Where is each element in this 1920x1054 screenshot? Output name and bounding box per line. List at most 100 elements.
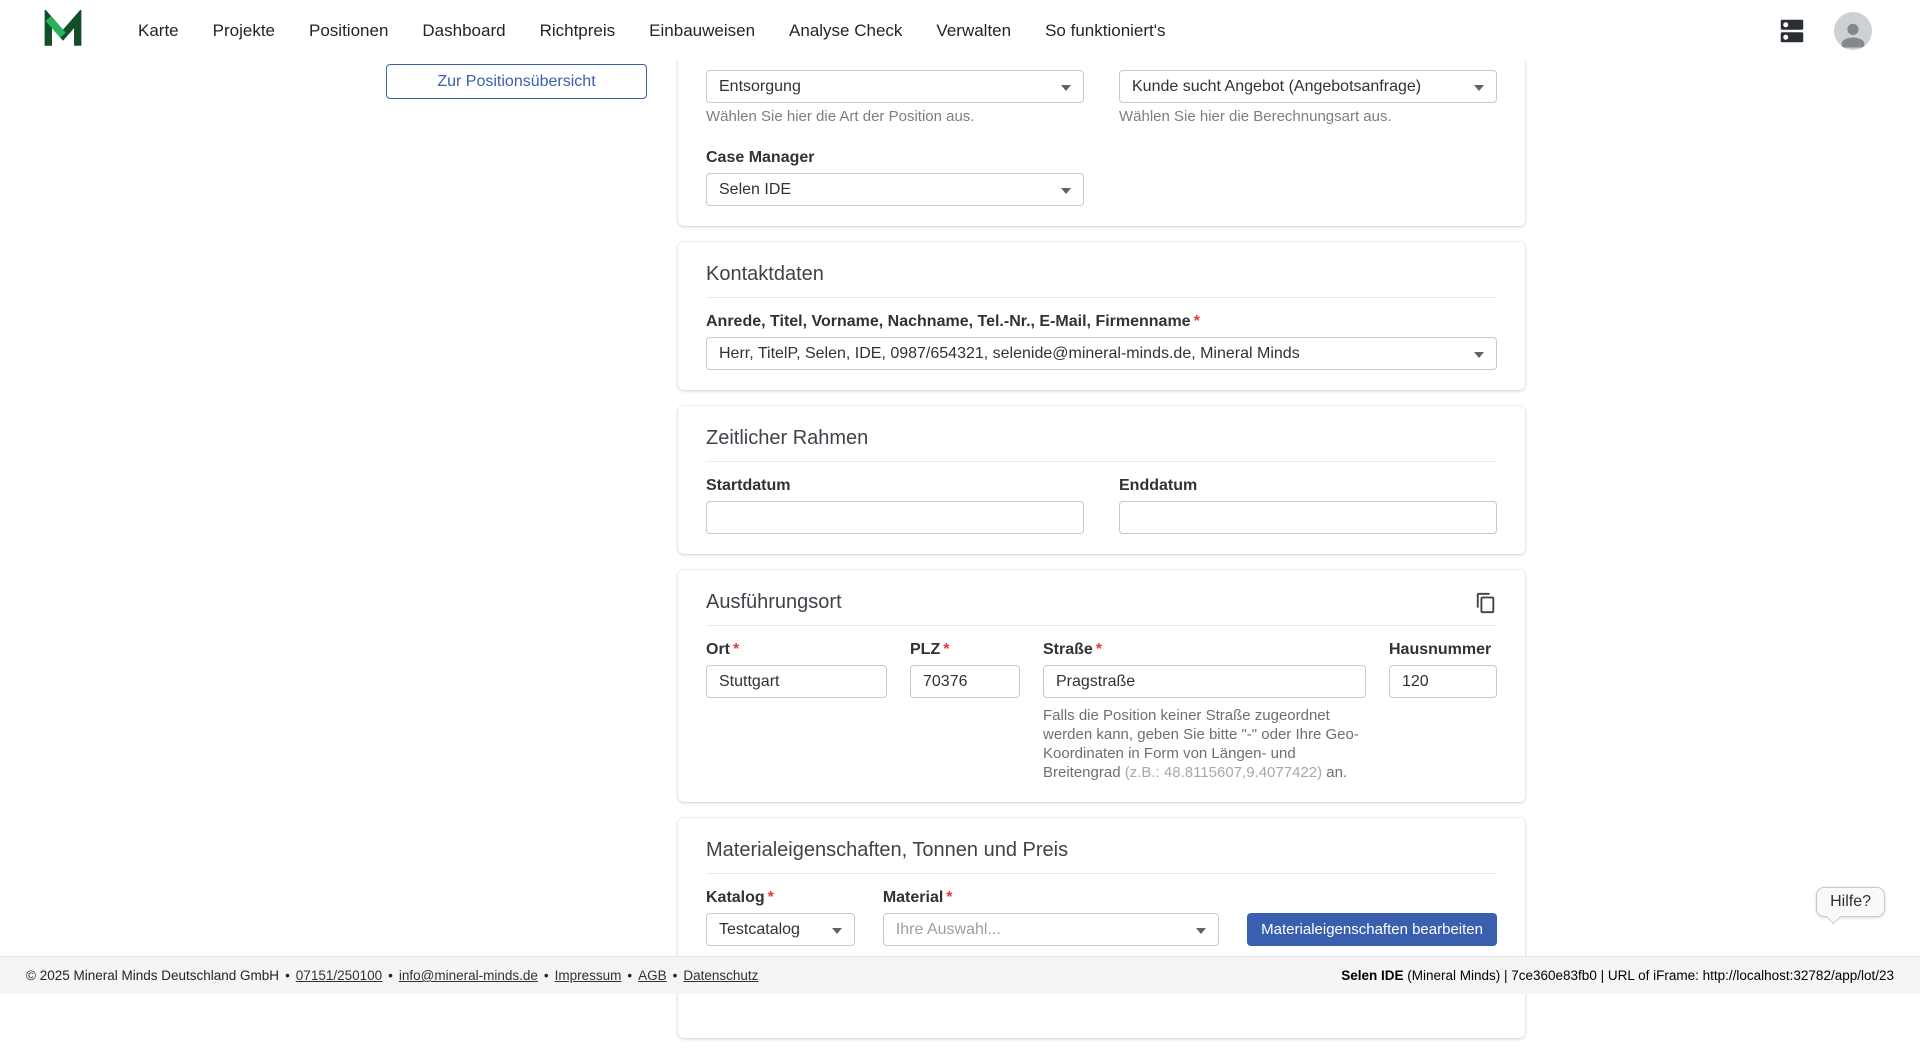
material-label-text: Material [883,889,943,906]
footer: © 2025 Mineral Minds Deutschland GmbH • … [0,956,1920,994]
footer-copyright: © 2025 Mineral Minds Deutschland GmbH [26,968,279,983]
footer-datenschutz-link[interactable]: Datenschutz [683,968,758,983]
startdatum-input[interactable] [706,501,1084,534]
header-actions [1774,12,1872,50]
calculation-type-helper: Wählen Sie hier die Berechnungsart aus. [1119,108,1497,126]
required-asterisk: * [946,889,952,906]
divider [706,873,1497,874]
contact-label: Anrede, Titel, Vorname, Nachname, Tel.-N… [706,312,1497,331]
nav-item-verwalten[interactable]: Verwalten [936,21,1011,41]
material-placeholder: Ihre Auswahl... [896,921,1001,939]
chevron-down-icon [1474,85,1484,91]
person-icon [1838,20,1868,50]
card-position-type: Entsorgung Wählen Sie hier die Art der P… [678,41,1525,226]
section-title-ausfuehrungsort: Ausführungsort [706,590,1497,614]
position-type-select[interactable]: Entsorgung [706,70,1084,103]
logo-icon [42,10,84,52]
footer-session-info: Selen IDE (Mineral Minds) | 7ce360e83fb0… [1341,968,1894,983]
footer-email-link[interactable]: info@mineral-minds.de [399,968,538,983]
card-kontaktdaten: Kontaktdaten Anrede, Titel, Vorname, Nac… [678,242,1525,390]
strasse-helper-post: an. [1322,764,1347,781]
footer-left: © 2025 Mineral Minds Deutschland GmbH • … [26,968,758,983]
nav-item-analyse-check[interactable]: Analyse Check [789,21,902,41]
user-avatar[interactable] [1834,12,1872,50]
position-type-helper: Wählen Sie hier die Art der Position aus… [706,108,1084,126]
required-asterisk: * [1194,313,1200,330]
required-asterisk: * [733,641,739,658]
nav-item-einbauweisen[interactable]: Einbauweisen [649,21,755,41]
katalog-label: Katalog* [706,888,855,907]
divider [706,625,1497,626]
plz-label: PLZ* [910,640,1020,659]
nav-item-karte[interactable]: Karte [138,21,179,41]
ort-label-text: Ort [706,641,730,658]
footer-separator: • [544,968,549,983]
footer-agb-link[interactable]: AGB [638,968,667,983]
material-label: Material* [883,888,1219,907]
chevron-down-icon [1061,85,1071,91]
footer-user-name: Selen IDE [1341,968,1403,983]
calculation-type-select[interactable]: Kunde sucht Angebot (Angebotsanfrage) [1119,70,1497,103]
contact-label-text: Anrede, Titel, Vorname, Nachname, Tel.-N… [706,313,1191,330]
nav-item-dashboard[interactable]: Dashboard [422,21,505,41]
chevron-down-icon [1196,928,1206,934]
required-asterisk: * [768,889,774,906]
footer-phone-link[interactable]: 07151/250100 [296,968,382,983]
required-asterisk: * [1096,641,1102,658]
divider [706,297,1497,298]
plz-label-text: PLZ [910,641,940,658]
footer-impressum-link[interactable]: Impressum [555,968,622,983]
strasse-label: Straße* [1043,640,1366,659]
position-type-value: Entsorgung [719,78,801,96]
plz-input[interactable] [910,665,1020,698]
section-title-zeitlicher-rahmen: Zeitlicher Rahmen [706,426,1497,450]
enddatum-label: Enddatum [1119,476,1497,495]
nav-item-projekte[interactable]: Projekte [213,21,275,41]
divider [706,461,1497,462]
help-button[interactable]: Hilfe? [1816,887,1885,917]
contact-select[interactable]: Herr, TitelP, Selen, IDE, 0987/654321, s… [706,337,1497,370]
copy-icon[interactable] [1473,590,1499,616]
katalog-value: Testcatalog [719,921,800,939]
footer-separator: • [388,968,393,983]
footer-session-details: (Mineral Minds) | 7ce360e83fb0 | URL of … [1403,968,1894,983]
strasse-helper-example: (z.B.: 48.8115607,9.4077422) [1125,764,1322,781]
footer-separator: • [673,968,678,983]
edit-material-properties-button[interactable]: Materialeigenschaften bearbeiten [1247,913,1497,946]
chevron-down-icon [832,928,842,934]
case-manager-label: Case Manager [706,148,1084,167]
nav-item-positionen[interactable]: Positionen [309,21,388,41]
ort-input[interactable] [706,665,887,698]
startdatum-label: Startdatum [706,476,1084,495]
section-title-kontaktdaten: Kontaktdaten [706,262,1497,286]
case-manager-select[interactable]: Selen IDE [706,173,1084,206]
main-nav: Karte Projekte Positionen Dashboard Rich… [138,21,1166,41]
strasse-helper-text: Falls die Position keiner Straße zugeord… [1043,706,1366,782]
card-zeitlicher-rahmen: Zeitlicher Rahmen Startdatum Enddatum [678,406,1525,554]
form-column: Entsorgung Wählen Sie hier die Art der P… [678,0,1525,1054]
enddatum-input[interactable] [1119,501,1497,534]
section-title-material: Materialeigenschaften, Tonnen und Preis [706,838,1497,862]
case-manager-value: Selen IDE [719,181,791,199]
material-select[interactable]: Ihre Auswahl... [883,913,1219,946]
hausnummer-label: Hausnummer [1389,640,1497,659]
strasse-input[interactable] [1043,665,1366,698]
hausnummer-input[interactable] [1389,665,1497,698]
ort-label: Ort* [706,640,887,659]
katalog-select[interactable]: Testcatalog [706,913,855,946]
card-ausfuehrungsort: Ausführungsort Ort* PLZ* Straße* Falls d… [678,570,1525,802]
chevron-down-icon [1061,188,1071,194]
chevron-down-icon [1474,352,1484,358]
katalog-label-text: Katalog [706,889,765,906]
nav-item-richtpreis[interactable]: Richtpreis [540,21,616,41]
nav-item-so-funktionierts[interactable]: So funktioniert's [1045,21,1165,41]
footer-separator: • [627,968,632,983]
mineral-minds-logo[interactable] [42,10,84,52]
contact-value: Herr, TitelP, Selen, IDE, 0987/654321, s… [719,345,1300,363]
card-material: Materialeigenschaften, Tonnen und Preis … [678,818,1525,1038]
server-icon[interactable] [1774,13,1810,49]
calculation-type-value: Kunde sucht Angebot (Angebotsanfrage) [1132,78,1421,96]
required-asterisk: * [943,641,949,658]
back-to-positions-button[interactable]: Zur Positionsübersicht [386,64,647,99]
top-nav-bar: Karte Projekte Positionen Dashboard Rich… [0,0,1920,61]
